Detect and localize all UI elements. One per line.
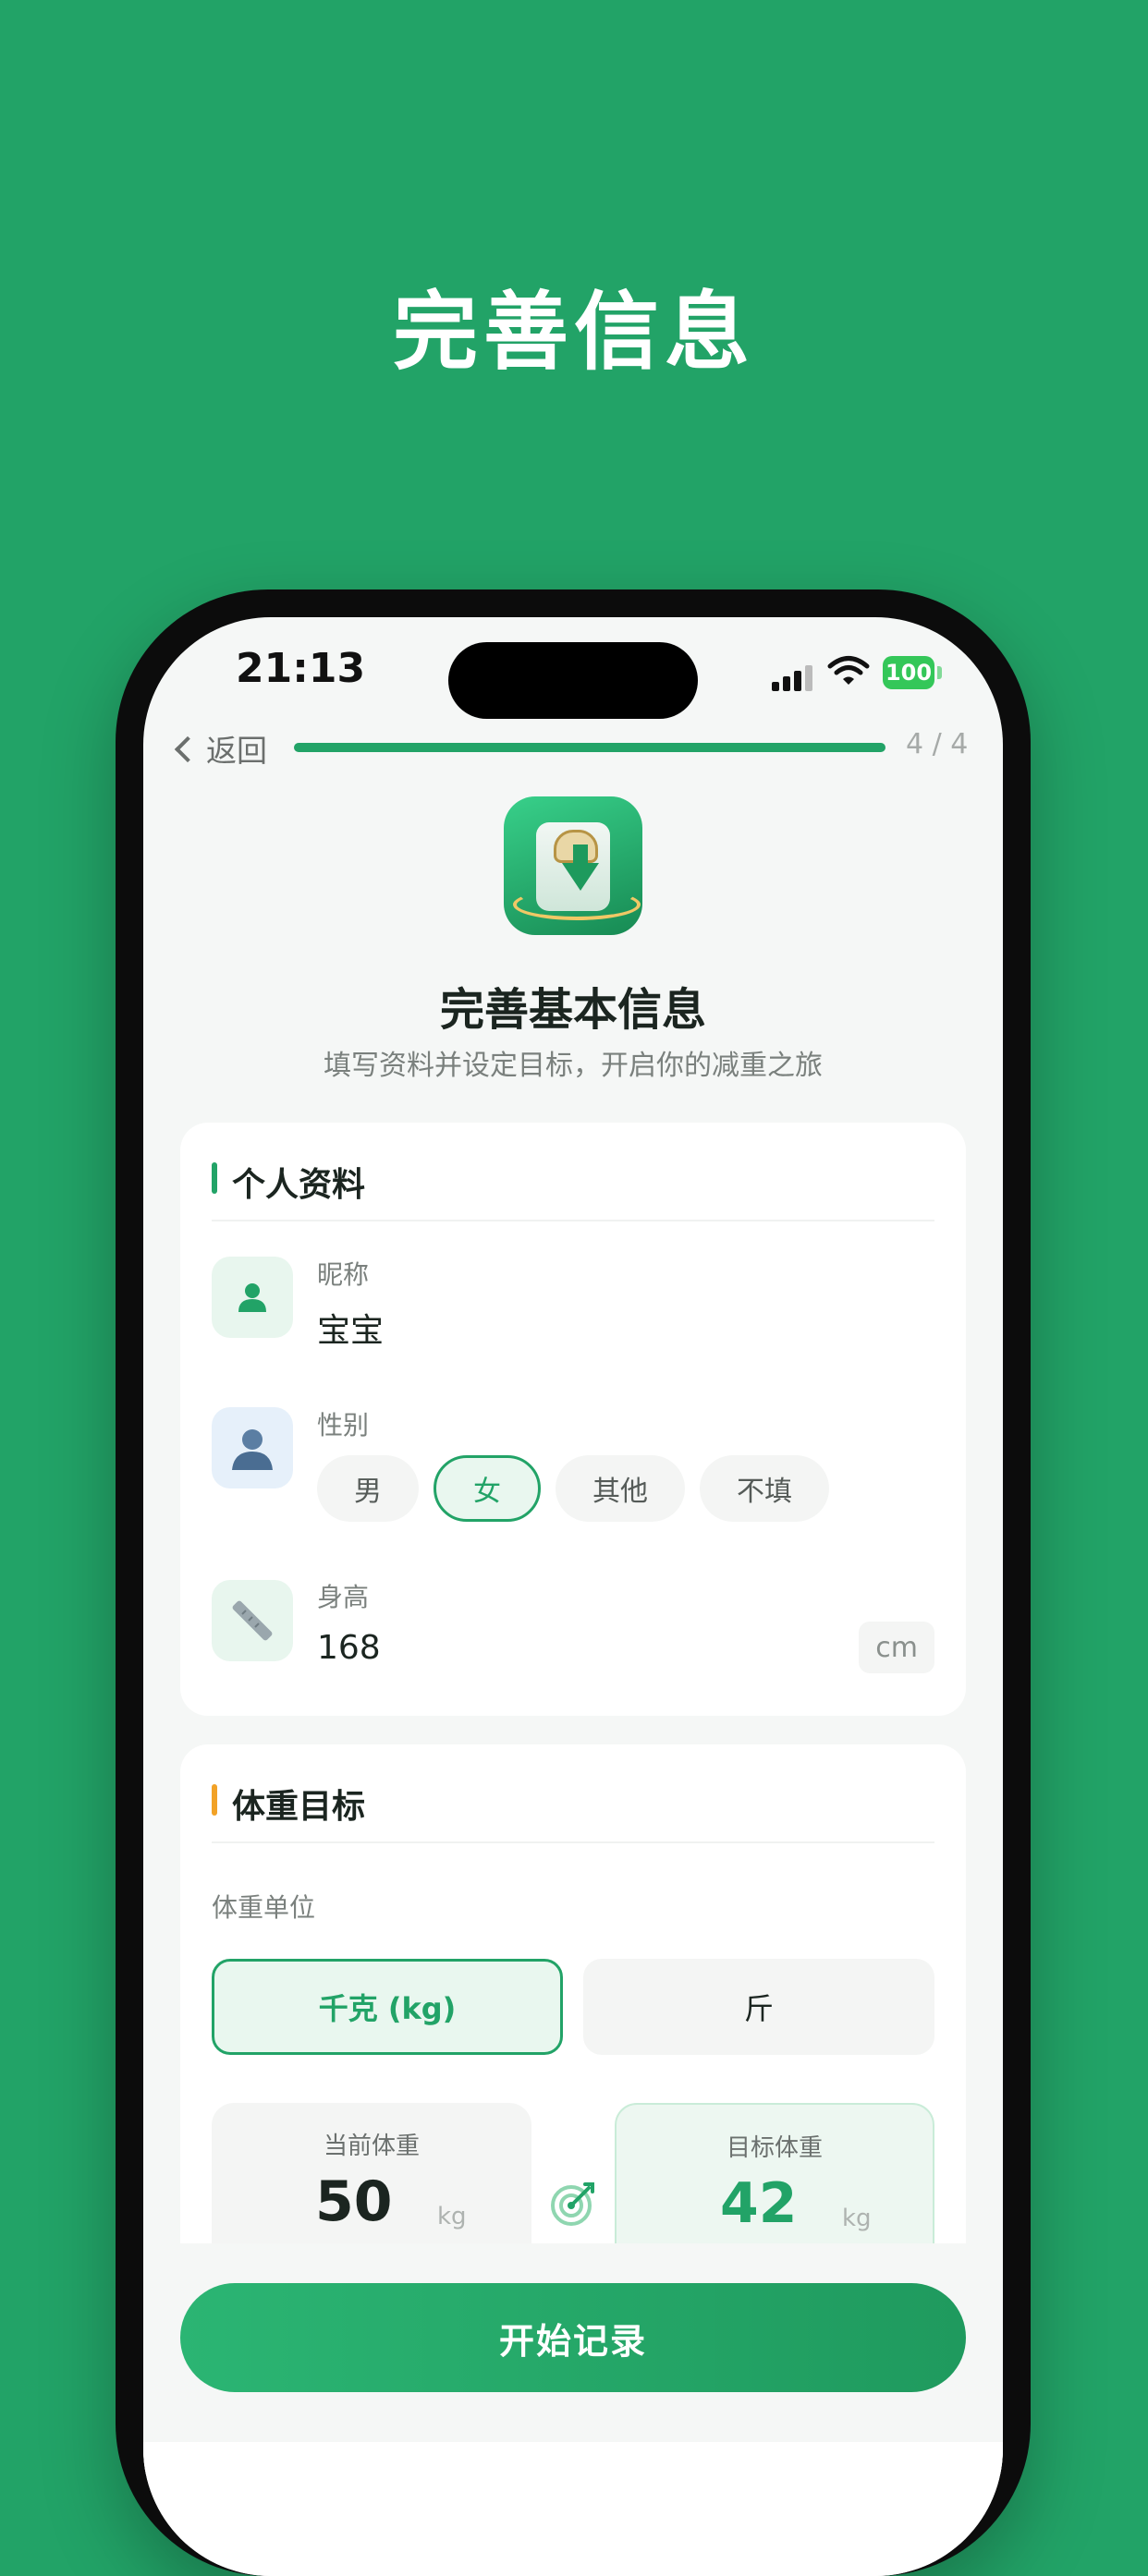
personal-info-card: 个人资料 昵称 宝宝 性别 男 女 其他 不填 身高 168 cm [180,1123,966,1716]
personal-section-title: 个人资料 [212,1158,365,1206]
start-button[interactable]: 开始记录 [180,2283,966,2392]
battery-icon: 100 [883,656,934,689]
dynamic-island [448,642,698,719]
height-label: 身高 [317,1582,370,1612]
progress-bar [294,743,885,752]
gender-label: 性别 [317,1410,370,1440]
current-weight-value: 50 [315,2169,393,2234]
person-silhouette-icon [212,1407,293,1488]
page-title: 完善基本信息 [439,984,706,1036]
weight-unit-label: 体重单位 [212,1892,316,1923]
height-input[interactable]: 168 [317,1629,381,1667]
target-weight-unit: kg [842,2205,872,2232]
back-button[interactable]: 返回 [174,726,267,771]
height-unit-badge: cm [859,1622,934,1673]
current-weight-label: 当前体重 [323,2132,420,2160]
user-icon [212,1257,293,1338]
divider [212,1841,934,1843]
gender-option-female[interactable]: 女 [434,1455,541,1522]
nickname-input[interactable]: 宝宝 [317,1304,384,1352]
gender-option-other[interactable]: 其他 [556,1455,685,1522]
app-screen: 21:13 100 返回 4 / 4 完善基本信息 填写资料并设定目标，开启你的… [143,617,1003,2576]
unit-option-jin[interactable]: 斤 [583,1959,934,2055]
gender-option-unspecified[interactable]: 不填 [700,1455,829,1522]
weight-goal-card: 体重目标 体重单位 千克 (kg) 斤 当前体重 50 kg 目标体重 42 k… [180,1744,966,2306]
unit-option-kg[interactable]: 千克 (kg) [212,1959,563,2055]
ruler-icon [212,1580,293,1661]
promo-title: 完善信息 [392,283,755,382]
target-icon [551,2182,594,2226]
home-indicator-area [143,2442,1003,2576]
target-weight-label: 目标体重 [726,2134,823,2162]
signal-icon [772,663,814,691]
gender-option-male[interactable]: 男 [317,1455,419,1522]
progress-text: 4 / 4 [906,728,969,760]
chevron-left-icon [174,735,202,763]
progress-fill [294,743,885,752]
nickname-label: 昵称 [317,1259,370,1290]
divider [212,1220,934,1221]
phone-frame: 21:13 100 返回 4 / 4 完善基本信息 填写资料并设定目标，开启你的… [116,589,1031,2576]
gender-options: 男 女 其他 不填 [317,1455,829,1522]
back-label: 返回 [206,733,267,769]
page-subtitle: 填写资料并设定目标，开启你的减重之旅 [324,1050,823,1082]
current-weight-unit: kg [437,2203,467,2230]
scale-app-icon [504,796,642,935]
weight-section-title: 体重目标 [212,1780,365,1828]
battery-tip [937,666,942,679]
wifi-icon [827,656,870,685]
target-weight-value: 42 [720,2171,798,2236]
status-time: 21:13 [236,645,366,692]
